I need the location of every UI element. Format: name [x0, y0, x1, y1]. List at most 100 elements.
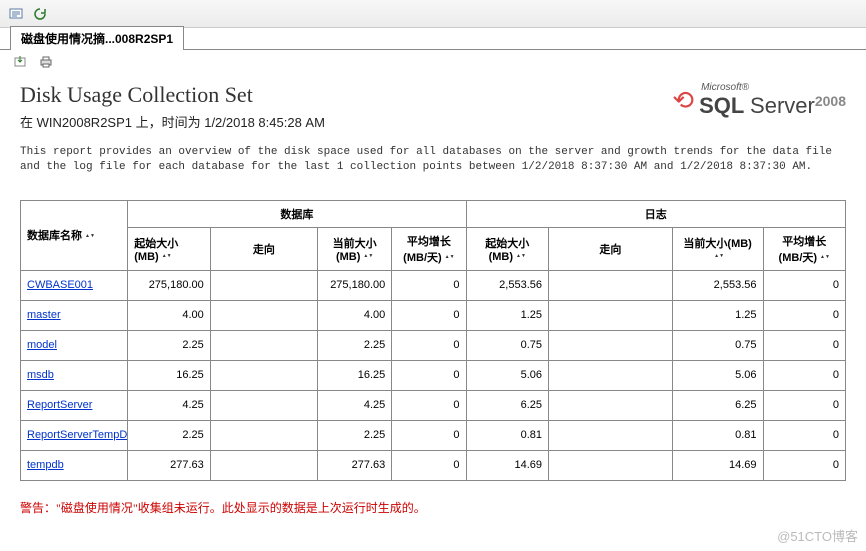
cell-log-start: 0.81 — [466, 420, 549, 450]
col-db-start[interactable]: 起始大小 (MB)▲▼ — [128, 227, 211, 270]
cell-db-current: 4.00 — [318, 300, 392, 330]
col-log-start[interactable]: 起始大小 (MB)▲▼ — [466, 227, 549, 270]
cell-db-trend — [210, 450, 317, 480]
cell-log-avg: 0 — [763, 360, 846, 390]
cell-log-start: 5.06 — [466, 360, 549, 390]
database-link[interactable]: CWBASE001 — [27, 279, 93, 291]
cell-log-avg: 0 — [763, 450, 846, 480]
database-link[interactable]: ReportServer — [27, 399, 92, 411]
cell-log-trend — [549, 270, 673, 300]
watermark: @51CTO博客 — [777, 526, 858, 545]
cell-db-trend — [210, 330, 317, 360]
cell-db-trend — [210, 420, 317, 450]
cell-db-avg: 0 — [392, 360, 466, 390]
cell-log-start: 14.69 — [466, 450, 549, 480]
cell-log-trend — [549, 330, 673, 360]
refresh-icon[interactable] — [30, 4, 50, 24]
print-icon[interactable] — [36, 52, 56, 72]
cell-db-start: 275,180.00 — [128, 270, 211, 300]
col-dbname[interactable]: 数据库名称▲▼ — [21, 200, 128, 270]
cell-log-avg: 0 — [763, 270, 846, 300]
cell-db-avg: 0 — [392, 450, 466, 480]
col-group-database: 数据库 — [128, 200, 466, 227]
sort-icon[interactable]: ▲▼ — [445, 255, 455, 260]
table-row: tempdb277.63277.63014.6914.690 — [21, 450, 846, 480]
cell-log-trend — [549, 300, 673, 330]
cell-db-avg: 0 — [392, 270, 466, 300]
warning-text: 警告："磁盘使用情况"收集组未运行。此处显示的数据是上次运行时生成的。 — [20, 499, 846, 516]
table-row: msdb16.2516.2505.065.060 — [21, 360, 846, 390]
col-db-trend[interactable]: 走向 — [210, 227, 317, 270]
logo-ms-text: Microsoft® — [701, 82, 846, 93]
export-icon[interactable] — [10, 52, 30, 72]
report-body: Disk Usage Collection Set 在 WIN2008R2SP1… — [0, 82, 866, 536]
cell-log-current: 0.75 — [672, 330, 763, 360]
cell-log-avg: 0 — [763, 390, 846, 420]
cell-log-avg: 0 — [763, 330, 846, 360]
cell-db-start: 277.63 — [128, 450, 211, 480]
cell-log-start: 1.25 — [466, 300, 549, 330]
sort-icon[interactable]: ▲▼ — [162, 254, 172, 259]
col-group-log: 日志 — [466, 200, 846, 227]
col-log-current[interactable]: 当前大小(MB)▲▼ — [672, 227, 763, 270]
cell-log-current: 14.69 — [672, 450, 763, 480]
col-db-current[interactable]: 当前大小(MB)▲▼ — [318, 227, 392, 270]
cell-db-start: 4.25 — [128, 390, 211, 420]
cell-db-start: 2.25 — [128, 330, 211, 360]
cell-log-trend — [549, 360, 673, 390]
col-db-avg[interactable]: 平均增长 (MB/天)▲▼ — [392, 227, 466, 270]
cell-db-current: 4.25 — [318, 390, 392, 420]
sql-server-logo: ⟲ Microsoft® SQL Server2008 — [672, 82, 846, 119]
cell-log-trend — [549, 390, 673, 420]
cell-log-current: 5.06 — [672, 360, 763, 390]
cell-log-current: 2,553.56 — [672, 270, 763, 300]
sort-icon[interactable]: ▲▼ — [363, 254, 373, 259]
table-row: ReportServerTempDB2.252.2500.810.810 — [21, 420, 846, 450]
report-subtitle: 在 WIN2008R2SP1 上，时间为 1/2/2018 8:45:28 AM — [20, 112, 325, 131]
cell-db-current: 277.63 — [318, 450, 392, 480]
cell-db-avg: 0 — [392, 300, 466, 330]
database-link[interactable]: ReportServerTempDB — [27, 429, 128, 441]
table-row: CWBASE001275,180.00275,180.0002,553.562,… — [21, 270, 846, 300]
sort-icon[interactable]: ▲▼ — [516, 254, 526, 259]
execute-icon[interactable] — [6, 4, 26, 24]
cell-log-current: 0.81 — [672, 420, 763, 450]
tab-disk-usage[interactable]: 磁盘使用情况摘...008R2SP1 — [10, 26, 184, 50]
cell-log-avg: 0 — [763, 300, 846, 330]
cell-db-avg: 0 — [392, 390, 466, 420]
cell-db-avg: 0 — [392, 420, 466, 450]
cell-db-start: 4.00 — [128, 300, 211, 330]
cell-db-trend — [210, 390, 317, 420]
cell-log-trend — [549, 420, 673, 450]
cell-log-trend — [549, 450, 673, 480]
cell-log-start: 0.75 — [466, 330, 549, 360]
cell-log-avg: 0 — [763, 420, 846, 450]
table-row: ReportServer4.254.2506.256.250 — [21, 390, 846, 420]
cell-db-trend — [210, 270, 317, 300]
report-title: Disk Usage Collection Set — [20, 82, 325, 108]
table-row: master4.004.0001.251.250 — [21, 300, 846, 330]
sort-icon[interactable]: ▲▼ — [85, 234, 95, 239]
database-link[interactable]: model — [27, 339, 57, 351]
report-toolbar — [0, 50, 866, 74]
cell-log-start: 6.25 — [466, 390, 549, 420]
report-description: This report provides an overview of the … — [20, 145, 846, 176]
disk-usage-table: 数据库名称▲▼ 数据库 日志 起始大小 (MB)▲▼ 走向 当前大小(MB)▲▼… — [20, 200, 846, 481]
cell-db-avg: 0 — [392, 330, 466, 360]
tab-bar: 磁盘使用情况摘...008R2SP1 — [0, 28, 866, 50]
database-link[interactable]: tempdb — [27, 459, 64, 471]
database-link[interactable]: master — [27, 309, 61, 321]
col-log-avg[interactable]: 平均增长 (MB/天)▲▼ — [763, 227, 846, 270]
cell-log-current: 1.25 — [672, 300, 763, 330]
main-toolbar — [0, 0, 866, 28]
cell-log-start: 2,553.56 — [466, 270, 549, 300]
col-log-trend[interactable]: 走向 — [549, 227, 673, 270]
cell-db-trend — [210, 360, 317, 390]
sort-icon[interactable]: ▲▼ — [714, 254, 724, 259]
cell-db-current: 2.25 — [318, 330, 392, 360]
cell-db-start: 16.25 — [128, 360, 211, 390]
cell-db-current: 16.25 — [318, 360, 392, 390]
database-link[interactable]: msdb — [27, 369, 54, 381]
cell-db-current: 2.25 — [318, 420, 392, 450]
sort-icon[interactable]: ▲▼ — [820, 255, 830, 260]
